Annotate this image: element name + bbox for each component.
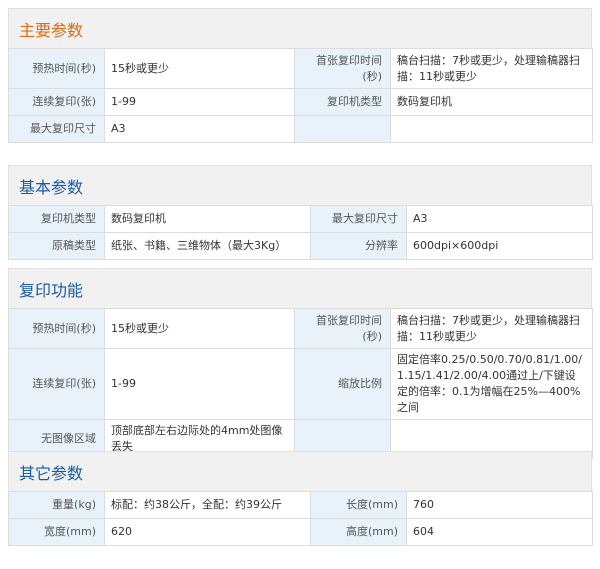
- spec-value: 620: [104, 518, 311, 546]
- section-basic-params: 基本参数 复印机类型 数码复印机 最大复印尺寸 A3 原稿类型 纸张、书籍、三维…: [8, 165, 593, 260]
- spec-value: 1-99: [104, 348, 295, 420]
- spec-value: 稿台扫描：7秒或更少，处理输稿器扫描：11秒或更少: [390, 48, 593, 89]
- spec-value: 固定倍率0.25/0.50/0.70/0.81/1.00/1.15/1.41/2…: [390, 348, 593, 420]
- section-title: 复印功能: [8, 268, 592, 308]
- table-row: 最大复印尺寸 A3: [8, 115, 593, 143]
- section-copy-function: 复印功能 预热时间(秒) 15秒或更少 首张复印时间(秒) 稿台扫描：7秒或更少…: [8, 268, 593, 459]
- spec-value: A3: [406, 205, 593, 233]
- spec-label: 长度(mm): [310, 491, 407, 519]
- section-main-params: 主要参数 预热时间(秒) 15秒或更少 首张复印时间(秒) 稿台扫描：7秒或更少…: [8, 8, 593, 143]
- spec-value: 稿台扫描：7秒或更少，处理输稿器扫描：11秒或更少: [390, 308, 593, 349]
- spec-value: 数码复印机: [104, 205, 311, 233]
- spec-label: 复印机类型: [8, 205, 105, 233]
- table-row: 连续复印(张) 1-99 缩放比例 固定倍率0.25/0.50/0.70/0.8…: [8, 348, 593, 420]
- spec-table: 复印机类型 数码复印机 最大复印尺寸 A3 原稿类型 纸张、书籍、三维物体（最大…: [8, 205, 593, 260]
- spec-value: [390, 115, 593, 143]
- spec-value: 数码复印机: [390, 88, 593, 116]
- spec-value: 760: [406, 491, 593, 519]
- spec-value: 纸张、书籍、三维物体（最大3Kg）: [104, 232, 311, 260]
- spec-label: 最大复印尺寸: [8, 115, 105, 143]
- spec-label: 最大复印尺寸: [310, 205, 407, 233]
- table-row: 宽度(mm) 620 高度(mm) 604: [8, 518, 593, 546]
- section-title: 基本参数: [8, 165, 592, 205]
- spec-value: A3: [104, 115, 295, 143]
- table-row: 复印机类型 数码复印机 最大复印尺寸 A3: [8, 205, 593, 233]
- section-other-params: 其它参数 重量(kg) 标配：约38公斤，全配：约39公斤 长度(mm) 760…: [8, 451, 593, 546]
- spec-value: 1-99: [104, 88, 295, 116]
- table-row: 原稿类型 纸张、书籍、三维物体（最大3Kg） 分辨率 600dpi×600dpi: [8, 232, 593, 260]
- section-title: 主要参数: [8, 8, 592, 48]
- spec-label: 连续复印(张): [8, 348, 105, 420]
- spec-label: 高度(mm): [310, 518, 407, 546]
- spec-label: 预热时间(秒): [8, 48, 105, 89]
- section-title: 其它参数: [8, 451, 592, 491]
- table-row: 预热时间(秒) 15秒或更少 首张复印时间(秒) 稿台扫描：7秒或更少，处理输稿…: [8, 308, 593, 349]
- spec-table: 重量(kg) 标配：约38公斤，全配：约39公斤 长度(mm) 760 宽度(m…: [8, 491, 593, 546]
- spec-label: 原稿类型: [8, 232, 105, 260]
- spec-label: 首张复印时间(秒): [294, 308, 391, 349]
- spec-label: 缩放比例: [294, 348, 391, 420]
- spec-label: 宽度(mm): [8, 518, 105, 546]
- spec-value: 标配：约38公斤，全配：约39公斤: [104, 491, 311, 519]
- spec-label: 复印机类型: [294, 88, 391, 116]
- page: 主要参数 预热时间(秒) 15秒或更少 首张复印时间(秒) 稿台扫描：7秒或更少…: [0, 0, 600, 569]
- spec-value: 15秒或更少: [104, 48, 295, 89]
- spec-label: 重量(kg): [8, 491, 105, 519]
- table-row: 预热时间(秒) 15秒或更少 首张复印时间(秒) 稿台扫描：7秒或更少，处理输稿…: [8, 48, 593, 89]
- table-row: 重量(kg) 标配：约38公斤，全配：约39公斤 长度(mm) 760: [8, 491, 593, 519]
- table-row: 连续复印(张) 1-99 复印机类型 数码复印机: [8, 88, 593, 116]
- spec-label: 首张复印时间(秒): [294, 48, 391, 89]
- spec-value: 15秒或更少: [104, 308, 295, 349]
- spec-label: [294, 115, 391, 143]
- spec-table: 预热时间(秒) 15秒或更少 首张复印时间(秒) 稿台扫描：7秒或更少，处理输稿…: [8, 48, 593, 143]
- spec-value: 604: [406, 518, 593, 546]
- spec-label: 预热时间(秒): [8, 308, 105, 349]
- spec-table: 预热时间(秒) 15秒或更少 首张复印时间(秒) 稿台扫描：7秒或更少，处理输稿…: [8, 308, 593, 459]
- spec-label: 连续复印(张): [8, 88, 105, 116]
- spec-label: 分辨率: [310, 232, 407, 260]
- spec-value: 600dpi×600dpi: [406, 232, 593, 260]
